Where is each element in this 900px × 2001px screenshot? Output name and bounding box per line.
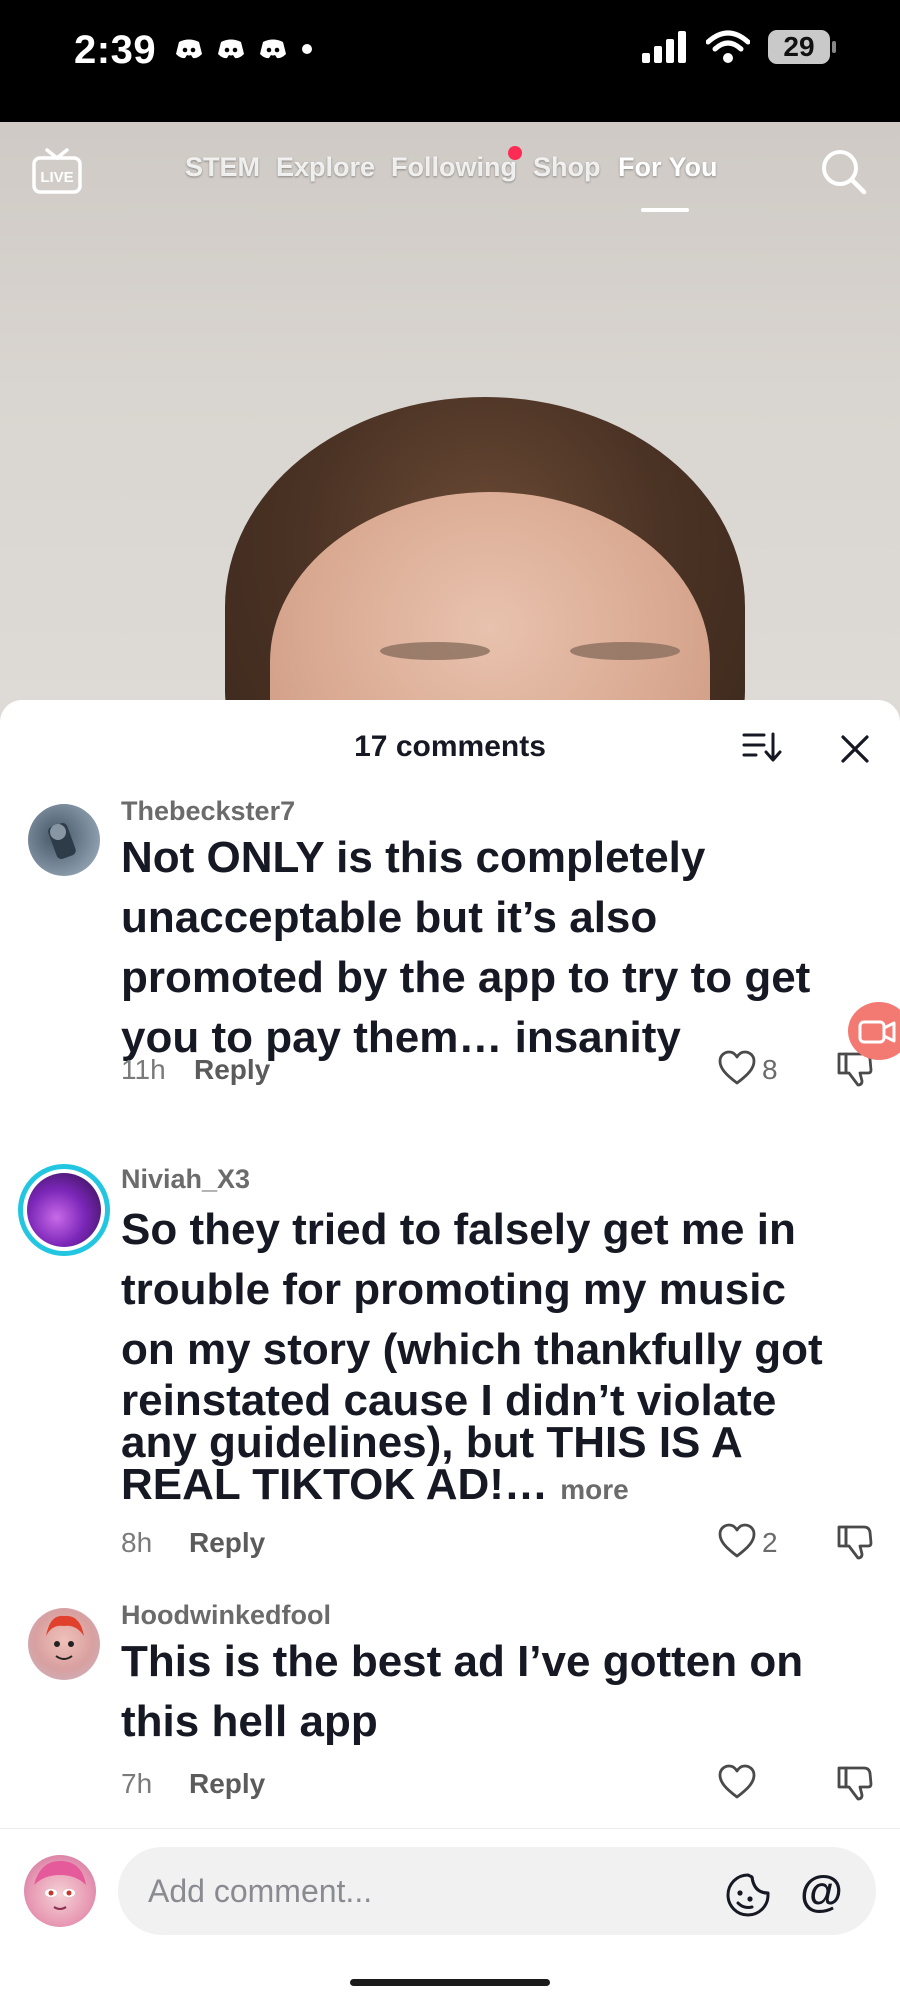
tab-shop[interactable]: Shop [533,152,601,183]
sticker-icon[interactable] [724,1871,772,1924]
avatar[interactable] [28,1608,100,1680]
comment-line: any guidelines), but THIS IS A [121,1418,743,1467]
wifi-icon [706,30,750,63]
tab-stem[interactable]: STEM [185,152,260,183]
mention-button[interactable]: @ [800,1867,843,1917]
home-indicator [350,1979,550,1986]
comment-time: 7h [121,1768,153,1799]
dislike-icon[interactable] [836,1523,874,1566]
battery-indicator: 29 [768,30,836,64]
live-icon[interactable]: LIVE [31,148,83,201]
following-notification-dot [508,146,522,160]
avatar[interactable] [28,804,100,876]
avatar[interactable] [18,1164,110,1256]
heart-icon[interactable] [718,1050,756,1091]
close-icon[interactable] [838,732,872,771]
comment-time: 8h [121,1527,153,1558]
comment-line: reinstated cause I didn’t violate [121,1376,777,1425]
avatar-ring [23,1169,105,1251]
status-bar: 2:39 29 [0,0,900,122]
reply-button[interactable]: Reply [189,1768,265,1800]
search-icon[interactable] [818,146,870,203]
comment-line: REAL TIKTOK AD!… [121,1460,548,1509]
comment-composer: @ [0,1828,900,2001]
like-count: 2 [762,1527,778,1558]
status-time: 2:39 [74,28,157,72]
tab-for-you[interactable]: For You [618,152,718,183]
battery-cap [832,41,836,53]
heart-icon[interactable] [718,1523,756,1564]
reply-button[interactable]: Reply [189,1527,265,1559]
comment-username[interactable]: Thebeckster7 [121,796,295,827]
live-label: LIVE [40,169,73,186]
comment-line: on my story (which thankfully got [121,1325,823,1374]
discord-icon [218,39,244,59]
comment-line: trouble for promoting my music [121,1265,786,1314]
floating-camera-button[interactable] [848,1002,900,1060]
comment-text: So they tried to falsely get me in troub… [121,1200,866,1511]
top-navigation: LIVE STEM Explore Following Shop For You [0,122,900,232]
discord-icon [260,39,286,59]
dislike-icon[interactable] [836,1764,874,1807]
comment-line: So they tried to falsely get me in [121,1205,796,1254]
comment-username[interactable]: Hoodwinkedfool [121,1600,331,1631]
discord-icon [176,39,202,59]
avatar-image [27,1173,101,1247]
comment-username[interactable]: Niviah_X3 [121,1164,250,1195]
comment-time: 11h [121,1054,166,1085]
tab-explore[interactable]: Explore [276,152,375,183]
comments-panel: 17 comments Thebeckster7 Not ONLY is thi… [0,700,900,2000]
status-right-icons: 29 [642,30,836,64]
signal-icon [642,31,686,63]
comment-text: This is the best ad I’ve gotten on this … [121,1637,804,1746]
video-subject-brow [570,642,680,660]
dot-icon [302,44,312,54]
heart-icon[interactable] [718,1764,756,1805]
battery-level: 29 [783,31,815,62]
more-link[interactable]: more [560,1474,628,1505]
user-avatar[interactable] [24,1855,96,1927]
video-subject-brow [380,642,490,660]
sort-icon[interactable] [742,730,782,769]
reply-button[interactable]: Reply [194,1054,270,1086]
tab-following[interactable]: Following [391,152,517,183]
notification-icons [175,38,313,60]
video-camera-icon [858,1020,896,1044]
active-tab-indicator [641,208,689,212]
comment-line-last: REAL TIKTOK AD!… more [121,1463,866,1511]
like-count: 8 [762,1054,778,1085]
comment-text: Not ONLY is this completely unacceptable… [121,833,811,1062]
